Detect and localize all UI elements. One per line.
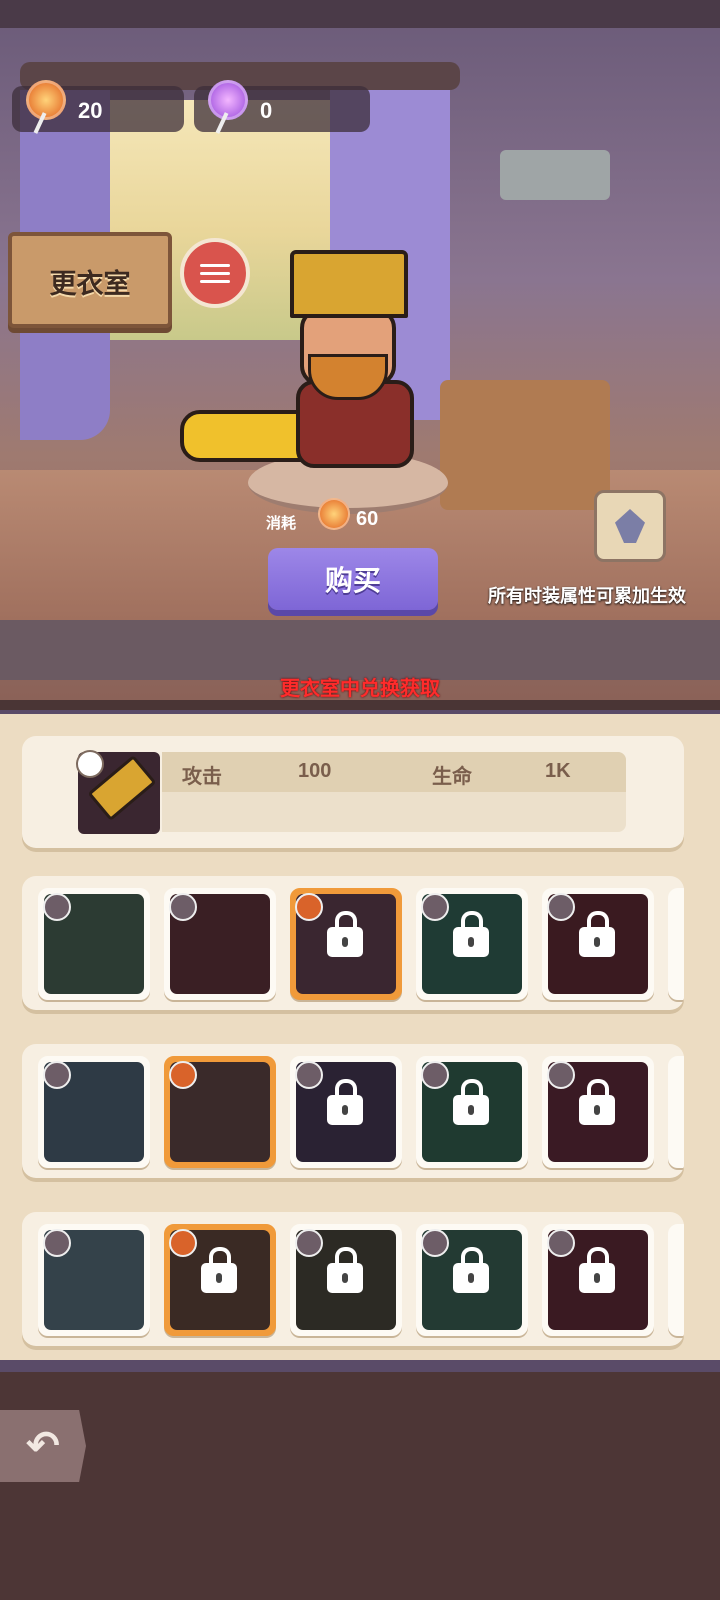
weapon-slot-broken-sword[interactable] bbox=[164, 888, 276, 1000]
buy-button[interactable]: 购买 bbox=[268, 548, 438, 610]
stat-hp-value: 1K bbox=[545, 760, 571, 782]
head-slot-gold-helm[interactable] bbox=[164, 1224, 276, 1336]
outfit-slot-partial[interactable] bbox=[668, 1056, 684, 1168]
attribute-note: 所有时装属性可累加生效 bbox=[488, 586, 686, 606]
resource-lollipop: 20 bbox=[12, 80, 184, 134]
outfit-category-icon bbox=[421, 1061, 449, 1089]
exchange-hint: 更衣室中兑换获取 bbox=[280, 678, 440, 700]
head-category-icon bbox=[43, 1229, 71, 1257]
stat-attack-value: 100 bbox=[298, 760, 332, 782]
weapon-slot-flame-sword[interactable] bbox=[542, 888, 654, 1000]
anvil-decoration bbox=[500, 150, 610, 200]
head-category-icon bbox=[169, 1229, 197, 1257]
back-arrow-icon: ↶ bbox=[26, 1424, 60, 1468]
footer bbox=[0, 1360, 720, 1600]
outfit-row bbox=[22, 1044, 684, 1178]
weapon-slot-trident[interactable] bbox=[38, 888, 150, 1000]
head-slot-partial[interactable] bbox=[668, 1224, 684, 1336]
lock-icon bbox=[453, 1079, 489, 1125]
outfit-category-icon bbox=[169, 1061, 197, 1089]
lock-icon bbox=[201, 1247, 237, 1293]
weapon-category-icon bbox=[169, 893, 197, 921]
weapon-category-icon bbox=[76, 750, 104, 778]
chest-decoration bbox=[440, 380, 610, 510]
weapon-slot-golden-blade[interactable] bbox=[290, 888, 402, 1000]
resource-value: 0 bbox=[260, 98, 273, 123]
weapon-slot-partial[interactable] bbox=[668, 888, 684, 1000]
selected-item-thumbnail bbox=[76, 750, 160, 834]
top-bar bbox=[0, 0, 720, 28]
hero-character bbox=[180, 250, 440, 480]
outfit-slot-red-coat[interactable] bbox=[542, 1056, 654, 1168]
lollipop-orange-icon bbox=[318, 498, 350, 530]
dressing-room-sign: 更衣室 bbox=[8, 232, 172, 328]
head-row bbox=[22, 1212, 684, 1346]
outfit-category-icon bbox=[43, 1061, 71, 1089]
resource-candy: 0 bbox=[194, 80, 370, 134]
sign-title: 更衣室 bbox=[49, 269, 131, 299]
hero-beard bbox=[308, 354, 388, 400]
cost-label: 消耗 bbox=[266, 515, 297, 532]
trident-badge-icon bbox=[615, 509, 645, 543]
stat-hp-label: 生命 bbox=[432, 766, 472, 788]
outfit-slot-red-vest[interactable] bbox=[164, 1056, 276, 1168]
weapon-category-icon bbox=[295, 893, 323, 921]
weapon-category-icon bbox=[43, 893, 71, 921]
lock-icon bbox=[579, 911, 615, 957]
lock-icon bbox=[327, 1079, 363, 1125]
lock-icon bbox=[579, 1247, 615, 1293]
lock-icon bbox=[579, 1079, 615, 1125]
head-slot-green-hat[interactable] bbox=[416, 1224, 528, 1336]
weapon-category-icon bbox=[421, 893, 449, 921]
attribute-badge-button[interactable] bbox=[594, 490, 666, 562]
head-category-icon bbox=[547, 1229, 575, 1257]
hero-hat bbox=[290, 250, 408, 318]
weapon-row bbox=[22, 876, 684, 1010]
outfit-slot-blue-jacket[interactable] bbox=[38, 1056, 150, 1168]
weapon-category-icon bbox=[547, 893, 575, 921]
outfit-category-icon bbox=[295, 1061, 323, 1089]
back-button[interactable]: ↶ bbox=[0, 1410, 86, 1482]
head-slot-horned-hood[interactable] bbox=[542, 1224, 654, 1336]
head-category-icon bbox=[421, 1229, 449, 1257]
lock-icon bbox=[327, 1247, 363, 1293]
head-slot-feather-mask[interactable] bbox=[290, 1224, 402, 1336]
stat-attack-label: 攻击 bbox=[182, 766, 222, 788]
head-category-icon bbox=[295, 1229, 323, 1257]
resource-value: 20 bbox=[78, 98, 103, 123]
weapon-slot-spiked-mace[interactable] bbox=[416, 888, 528, 1000]
floor-strip bbox=[0, 620, 720, 680]
lock-icon bbox=[453, 911, 489, 957]
outfit-slot-dark-robe[interactable] bbox=[290, 1056, 402, 1168]
cost-value: 60 bbox=[356, 508, 379, 530]
outfit-category-icon bbox=[547, 1061, 575, 1089]
head-slot-curly-hair[interactable] bbox=[38, 1224, 150, 1336]
lock-icon bbox=[453, 1247, 489, 1293]
lock-icon bbox=[327, 911, 363, 957]
hero-weapon bbox=[180, 410, 312, 462]
outfit-slot-green-armor[interactable] bbox=[416, 1056, 528, 1168]
